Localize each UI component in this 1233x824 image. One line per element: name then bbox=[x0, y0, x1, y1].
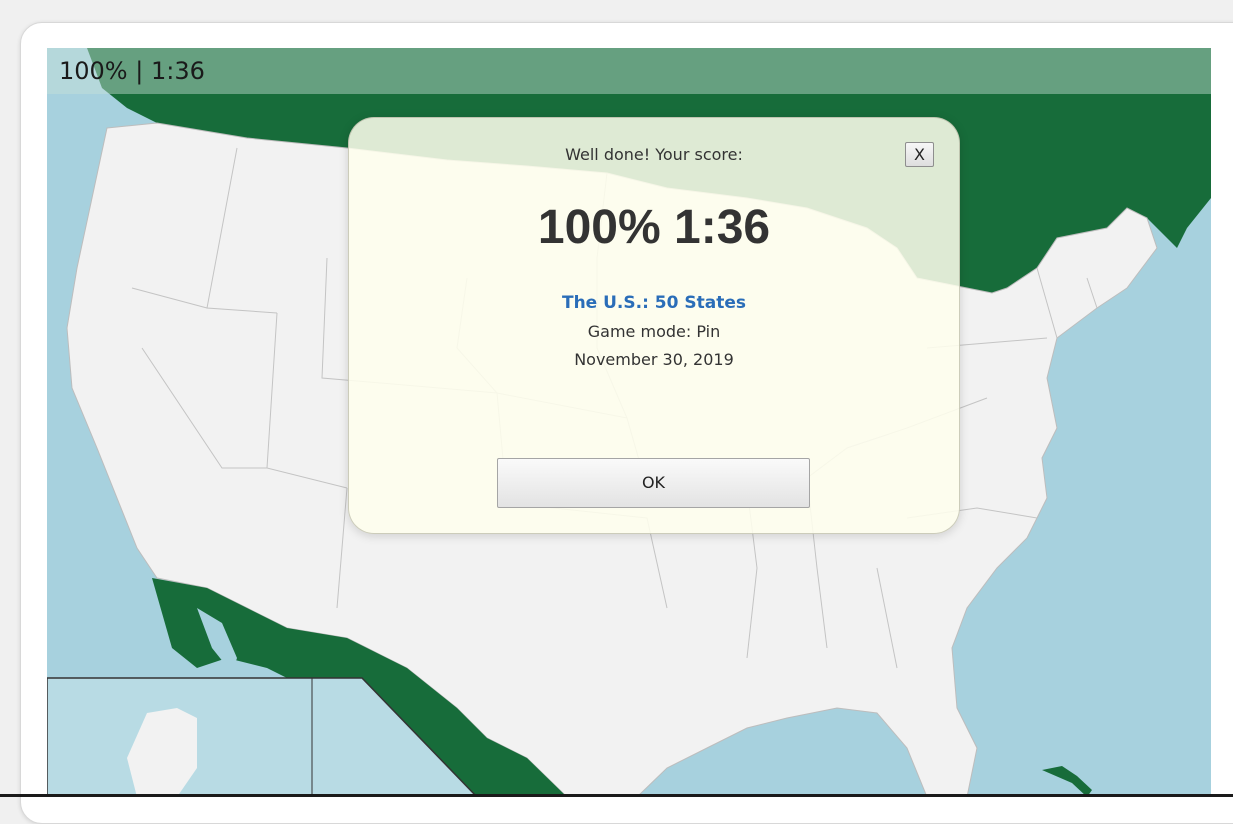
ok-button[interactable]: OK bbox=[497, 458, 810, 508]
completion-date: November 30, 2019 bbox=[574, 350, 734, 369]
quiz-title-link[interactable]: The U.S.: 50 States bbox=[349, 293, 959, 313]
status-bar: 100% | 1:36 bbox=[47, 48, 1211, 94]
game-mode-text: Game mode: Pin bbox=[587, 322, 721, 341]
score-timer-readout: 100% | 1:36 bbox=[59, 57, 205, 85]
close-button[interactable]: X bbox=[905, 142, 934, 167]
final-score: 100% 1:36 bbox=[537, 201, 771, 254]
dialog-heading: Well done! Your score: bbox=[565, 145, 743, 164]
score-dialog: Well done! Your score: X 100% 1:36 The U… bbox=[348, 117, 960, 534]
